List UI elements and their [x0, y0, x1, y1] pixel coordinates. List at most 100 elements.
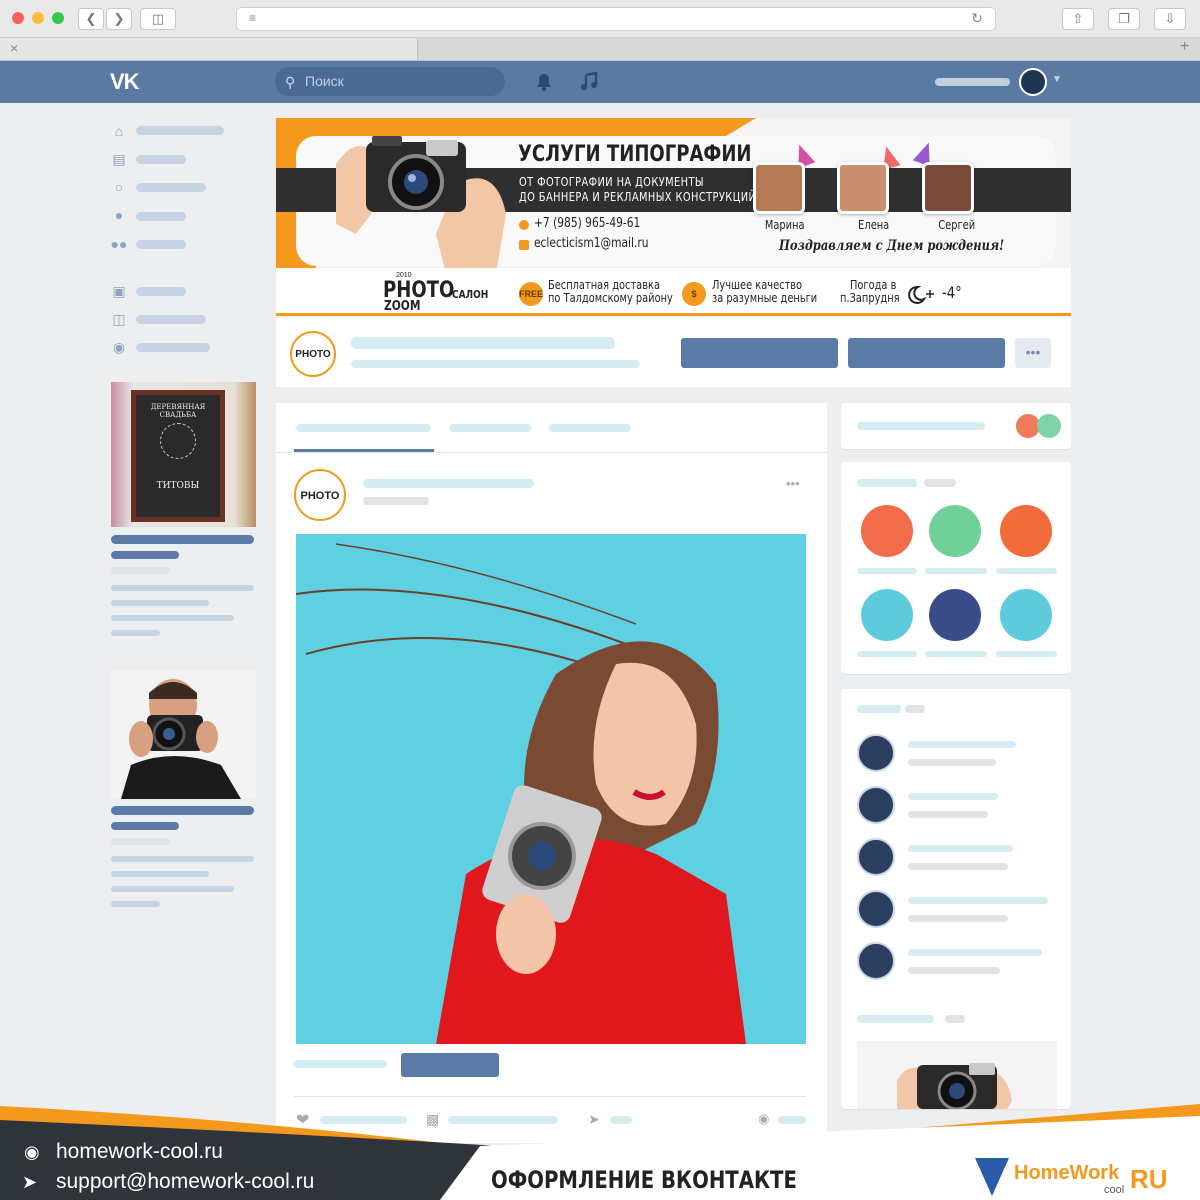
member-avatar[interactable]: [929, 505, 981, 557]
sidebar-toggle-icon[interactable]: ◫: [140, 8, 176, 30]
cover-title: УСЛУГИ ТИПОГРАФИИ: [518, 142, 752, 167]
members-card: [841, 462, 1071, 674]
search-input[interactable]: ⚲ Поиск: [275, 67, 505, 96]
post-author-avatar[interactable]: PHOTO: [294, 469, 346, 521]
community-status-placeholder: [351, 360, 640, 368]
new-tab-icon[interactable]: +: [1180, 38, 1189, 56]
close-tab-icon[interactable]: ×: [10, 40, 18, 56]
link-badge-icon[interactable]: [857, 734, 895, 772]
chalkboard-names: ТИТОВЫ: [156, 481, 200, 491]
links-title-placeholder[interactable]: [857, 705, 901, 713]
promo-title-placeholder[interactable]: [111, 806, 254, 815]
link-title-placeholder[interactable]: [908, 949, 1042, 956]
menu-item-placeholder[interactable]: [136, 315, 206, 324]
birthday-avatar-2[interactable]: [837, 162, 889, 214]
promo-site-link[interactable]: homework-cool.ru: [56, 1140, 223, 1164]
member-avatar[interactable]: [861, 589, 913, 641]
promo-title-placeholder[interactable]: [111, 822, 179, 830]
album-photo[interactable]: [857, 1041, 1057, 1109]
link-badge-icon[interactable]: [857, 890, 895, 928]
forward-button[interactable]: ❯: [106, 8, 132, 30]
address-bar[interactable]: ≡ ↻: [236, 7, 996, 31]
link-badge-icon[interactable]: [857, 838, 895, 876]
share-browser-icon[interactable]: ⇧: [1062, 8, 1094, 30]
link-title-placeholder[interactable]: [908, 793, 998, 800]
contact-avatar[interactable]: [1037, 414, 1061, 438]
link-badge-icon[interactable]: [857, 786, 895, 824]
promo-footer: ◉ homework-cool.ru ➤ support@homework-co…: [0, 1100, 1200, 1200]
community-avatar[interactable]: PHOTO: [290, 331, 336, 377]
link-title-placeholder[interactable]: [908, 845, 1013, 852]
friends-icon[interactable]: ●: [110, 207, 128, 223]
menu-item-placeholder[interactable]: [136, 126, 224, 135]
birthday-name-3: Сергей: [938, 218, 976, 232]
back-button[interactable]: ❮: [78, 8, 104, 30]
link-badge-icon[interactable]: [857, 942, 895, 980]
user-name-placeholder: [935, 78, 1010, 86]
tab-placeholder[interactable]: [549, 424, 631, 432]
menu-item-placeholder[interactable]: [136, 212, 186, 221]
close-window-button[interactable]: [12, 12, 24, 24]
link-title-placeholder[interactable]: [908, 741, 1016, 748]
album-title-placeholder[interactable]: [857, 1015, 934, 1023]
tab-active-placeholder[interactable]: [296, 424, 431, 432]
member-name-placeholder: [857, 568, 917, 574]
photographer-illustration: [121, 679, 241, 799]
post-menu-icon[interactable]: •••: [786, 476, 800, 491]
post-photo[interactable]: [296, 534, 806, 1044]
home-icon[interactable]: ⌂: [110, 123, 128, 139]
browser-tab[interactable]: ×: [0, 38, 418, 60]
tabs-icon[interactable]: ❐: [1108, 8, 1140, 30]
tab-placeholder[interactable]: [449, 424, 531, 432]
feature-2-line2: за разумные деньги: [712, 291, 818, 305]
menu-item-placeholder[interactable]: [136, 287, 186, 296]
birthday-avatar-1[interactable]: [753, 162, 805, 214]
promo-image-wedding[interactable]: ДЕРЕВЯННАЯ СВАДЬБА ТИТОВЫ: [111, 382, 256, 527]
games-icon[interactable]: ◉: [110, 339, 128, 355]
minimize-window-button[interactable]: [32, 12, 44, 24]
contacts-title-placeholder[interactable]: [857, 422, 985, 430]
community-cover: УСЛУГИ ТИПОГРАФИИ ОТ ФОТОГРАФИИ НА ДОКУМ…: [276, 118, 1071, 318]
vk-logo[interactable]: VK: [110, 69, 140, 95]
member-avatar[interactable]: [929, 589, 981, 641]
maximize-window-button[interactable]: [52, 12, 64, 24]
documents-icon[interactable]: ◫: [110, 311, 128, 327]
chevron-down-icon[interactable]: ▼: [1052, 74, 1062, 85]
menu-item-placeholder[interactable]: [136, 155, 186, 164]
birthday-avatar-3[interactable]: [922, 162, 974, 214]
message-button[interactable]: [848, 338, 1005, 368]
reload-icon[interactable]: ↻: [971, 10, 983, 27]
promo-title-placeholder[interactable]: [111, 551, 179, 559]
news-icon[interactable]: ▤: [110, 151, 128, 167]
promo-text-placeholder: [111, 901, 160, 907]
cover-email[interactable]: eclecticism1@mail.ru: [534, 236, 649, 251]
brand-sub: ZOOM: [384, 299, 421, 314]
user-avatar[interactable]: [1019, 68, 1047, 96]
member-avatar[interactable]: [861, 505, 913, 557]
menu-item-placeholder[interactable]: [136, 343, 210, 352]
browser-toolbar: ❮ ❯ ◫ ≡ ↻ ⇧ ❐ ⇩: [0, 0, 1200, 38]
members-title-placeholder[interactable]: [857, 479, 917, 487]
brand-suffix: САЛОН: [452, 288, 489, 301]
promo-support-link[interactable]: support@homework-cool.ru: [56, 1170, 314, 1194]
subscribe-button[interactable]: [681, 338, 838, 368]
post-author-placeholder[interactable]: [363, 479, 534, 488]
more-options-button[interactable]: •••: [1015, 338, 1051, 368]
member-avatar[interactable]: [1000, 505, 1052, 557]
cover-phone[interactable]: +7 (985) 965-49-61: [534, 216, 640, 231]
member-name-placeholder: [925, 568, 987, 574]
menu-item-placeholder[interactable]: [136, 183, 206, 192]
bell-icon[interactable]: [535, 72, 553, 92]
promo-title-placeholder[interactable]: [111, 535, 254, 544]
post-action-button[interactable]: [401, 1053, 499, 1077]
messages-icon[interactable]: ○: [110, 179, 128, 195]
downloads-icon[interactable]: ⇩: [1154, 8, 1186, 30]
menu-item-placeholder[interactable]: [136, 240, 186, 249]
promo-image-photographer[interactable]: [111, 671, 256, 799]
link-title-placeholder[interactable]: [908, 897, 1048, 904]
groups-icon[interactable]: ●●: [110, 236, 128, 252]
music-icon[interactable]: [580, 72, 598, 92]
market-icon[interactable]: ▣: [110, 283, 128, 299]
member-avatar[interactable]: [1000, 589, 1052, 641]
link-desc-placeholder: [908, 863, 1008, 870]
